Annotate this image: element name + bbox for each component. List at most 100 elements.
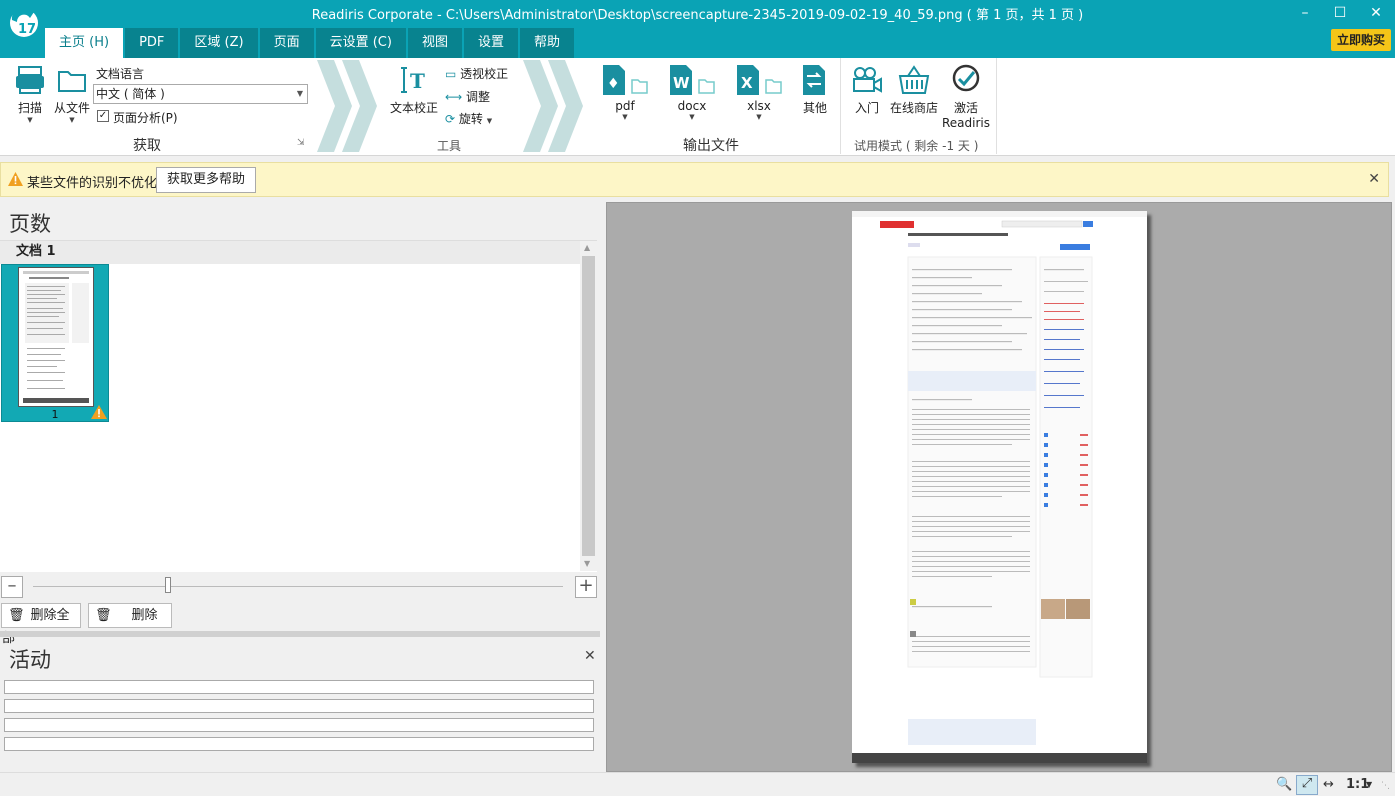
tab-help[interactable]: 帮助 [519, 28, 574, 58]
buy-now-button[interactable]: 立即购买 [1331, 29, 1391, 51]
document-thumbnails: 文档 1 1 ▲ ▼ [0, 240, 597, 572]
search-zoom-icon[interactable]: 🔍 [1276, 777, 1292, 792]
adjust-label: 调整 [466, 90, 491, 104]
notification-message: 某些文件的识别不优化 [27, 176, 158, 191]
page-content-image [852, 211, 1147, 763]
thumbnail-zoom-row: – + [0, 572, 600, 600]
resize-grip-icon[interactable]: ⋱ [1381, 781, 1390, 791]
tab-pdf[interactable]: PDF [125, 28, 179, 58]
chevron-separator-icon [317, 60, 377, 152]
dialog-launcher-icon[interactable]: ⇲ [297, 138, 305, 148]
scroll-up-icon[interactable]: ▲ [584, 243, 590, 252]
activity-progress-bar [4, 699, 594, 713]
xlsx-output-button[interactable]: X xlsx ▼ [734, 64, 784, 130]
adjust-button[interactable]: ⟷ 调整 [445, 88, 490, 105]
perspective-icon: ▭ [445, 67, 457, 81]
fit-width-icon[interactable]: ↔ [1323, 777, 1334, 792]
chevron-down-icon: ▼ [296, 89, 303, 98]
language-value: 中文 ( 简体 ) [96, 87, 165, 101]
tab-view[interactable]: 视图 [407, 28, 462, 58]
tab-settings[interactable]: 设置 [463, 28, 518, 58]
language-select[interactable]: 中文 ( 简体 ) ▼ [93, 84, 308, 104]
activate-button[interactable]: 激活 Readiris [940, 64, 992, 136]
page-analysis-checkbox[interactable]: ✓ [97, 110, 109, 122]
text-correction-button[interactable]: T 文本校正 [388, 64, 440, 130]
rotate-icon: ⟳ [445, 112, 456, 126]
page-preview-area[interactable] [606, 202, 1392, 772]
rotate-label: 旋转 [458, 112, 483, 126]
minimize-button[interactable]: – [1285, 2, 1325, 24]
get-more-help-button[interactable]: 获取更多帮助 [156, 167, 256, 193]
chevron-down-icon[interactable]: ▼ [1366, 780, 1372, 789]
perspective-correction-button[interactable]: ▭ 透视校正 [445, 65, 508, 82]
activate-label-readiris: Readiris [941, 116, 990, 130]
close-icon[interactable]: ✕ [1368, 171, 1380, 187]
activity-progress-bar [4, 680, 594, 694]
activate-badge-icon [952, 64, 980, 92]
tab-home[interactable]: 主页 (H) [45, 28, 124, 58]
adjust-icon: ⟷ [445, 90, 463, 104]
scroll-down-icon[interactable]: ▼ [584, 559, 590, 568]
excel-icon: X [737, 65, 782, 95]
close-icon[interactable]: ✕ [584, 648, 596, 664]
maximize-button[interactable]: ☐ [1320, 2, 1360, 24]
word-icon: W [670, 65, 715, 95]
ribbon-tabs: 主页 (H) PDF 区域 (Z) 页面 云设置 (C) 视图 设置 帮助 [45, 28, 576, 58]
vertical-scrollbar[interactable]: ▲ ▼ [580, 241, 597, 571]
trash-icon: 🗑 [8, 608, 25, 623]
activity-progress-bar [4, 737, 594, 751]
panel-divider[interactable] [0, 631, 600, 637]
svg-text:T: T [410, 69, 425, 93]
shop-label: 在线商店 [889, 101, 938, 115]
ribbon-separator [996, 58, 997, 154]
tools-group-title: 工具 [437, 139, 462, 153]
zoom-slider-handle[interactable] [165, 577, 171, 593]
chevron-down-icon: ▼ [622, 113, 628, 121]
document-header[interactable]: 文档 1 [0, 241, 580, 264]
ribbon-separator [840, 58, 841, 154]
acquire-group-title: 获取 [133, 138, 161, 154]
svg-text:17: 17 [18, 22, 36, 37]
scanner-icon [16, 66, 44, 94]
page-analysis-label: 页面分析(P) [113, 111, 178, 125]
zoom-out-button[interactable]: – [1, 576, 23, 598]
activity-progress-bar [4, 718, 594, 732]
status-bar: 🔍 ⤢ ↔ 1:1 ▼ ⋱ [0, 772, 1395, 796]
scan-button[interactable]: 扫描 ▼ [12, 64, 48, 130]
scan-label: 扫描 [17, 101, 42, 115]
online-store-button[interactable]: 在线商店 [888, 64, 940, 130]
scrollbar-thumb[interactable] [582, 256, 595, 556]
rotate-button[interactable]: ⟳ 旋转 ▼ [445, 110, 492, 127]
svg-text:X: X [741, 74, 753, 92]
delete-label: 删除 [131, 608, 158, 623]
zoom-slider-track[interactable] [33, 586, 563, 587]
fit-page-icon[interactable]: ⤢ [1296, 775, 1318, 795]
getting-started-button[interactable]: 入门 [850, 64, 884, 130]
close-window-button[interactable]: ✕ [1356, 2, 1395, 24]
xlsx-label: xlsx [747, 99, 771, 113]
notification-bar: 某些文件的识别不优化 获取更多帮助 ✕ [0, 162, 1389, 197]
from-file-label: 从文件 [53, 101, 90, 115]
svg-text:♦: ♦ [607, 76, 620, 92]
thumbnail-page-preview [18, 267, 94, 407]
tab-cloud[interactable]: 云设置 (C) [315, 28, 406, 58]
tab-zone[interactable]: 区域 (Z) [180, 28, 258, 58]
intro-label: 入门 [854, 101, 879, 115]
tab-page[interactable]: 页面 [259, 28, 314, 58]
pdf-label: pdf [615, 99, 635, 113]
from-file-button[interactable]: 从文件 ▼ [52, 64, 92, 130]
pages-title: 页数 [9, 212, 51, 236]
other-output-button[interactable]: 其他 [798, 64, 832, 130]
other-label: 其他 [802, 101, 827, 115]
page-thumbnail[interactable]: 1 [1, 264, 109, 422]
document-page[interactable] [852, 211, 1147, 763]
delete-button[interactable]: 🗑 删除 [88, 603, 172, 628]
docx-output-button[interactable]: W docx ▼ [667, 64, 717, 130]
delete-all-button[interactable]: 🗑 删除全部 [1, 603, 81, 646]
pdf-output-button[interactable]: ♦ pdf ▼ [600, 64, 650, 130]
svg-text:W: W [673, 74, 690, 92]
pages-panel: 页数 文档 1 1 ▲ ▼ – + 🗑 删除全部 🗑 删除 活动 ✕ [0, 200, 600, 772]
text-correction-label: 文本校正 [389, 101, 438, 115]
zoom-in-button[interactable]: + [575, 576, 597, 598]
chevron-down-icon: ▼ [689, 113, 695, 121]
